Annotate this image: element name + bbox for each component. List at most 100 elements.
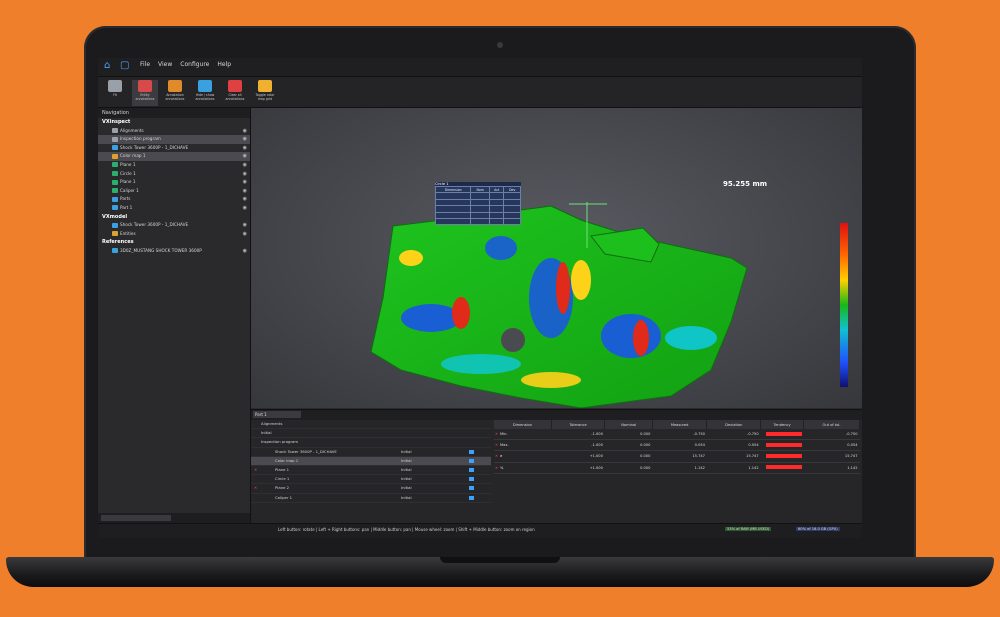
- ribbon-button[interactable]: Toggle color map grid: [252, 80, 278, 106]
- document-icon[interactable]: ▢: [120, 60, 129, 72]
- results-row[interactable]: ✕ Max. -1.000 0.000 0.054 0.054 0.054: [494, 439, 860, 452]
- part-model: [370, 202, 748, 408]
- results-table-container: Dimension Tolerance Nominal Measured Deviati…: [494, 420, 862, 524]
- navigation-item[interactable]: Circle 1 ◉: [98, 170, 250, 179]
- inspection-tree-label: Caliper 1: [275, 494, 293, 500]
- results-cell: +1.000: [551, 462, 605, 474]
- inspection-tree-row[interactable]: Alignments: [251, 420, 491, 430]
- navigation-tab[interactable]: [101, 515, 171, 521]
- results-column-header[interactable]: Tolerance: [551, 420, 606, 429]
- tree-node-icon: [112, 205, 118, 211]
- inspection-tree-row[interactable]: Inspection program: [251, 438, 491, 448]
- edit-icon[interactable]: [469, 486, 474, 491]
- visibility-icon[interactable]: ◉: [243, 127, 247, 136]
- visibility-icon[interactable]: ◉: [243, 195, 247, 204]
- ribbon-button[interactable]: Fit: [102, 80, 128, 106]
- navigation-item[interactable]: Parts ◉: [98, 195, 250, 204]
- inspection-tree-row[interactable]: ✕ Plane 2 Initial: [251, 484, 491, 494]
- results-column-header[interactable]: Tendency: [760, 420, 805, 429]
- navigation-item[interactable]: Alignments ◉: [98, 127, 250, 136]
- results-table[interactable]: Dimension Tolerance Nominal Measured Deviati…: [494, 420, 860, 474]
- edit-icon[interactable]: [469, 477, 474, 482]
- navigation-footer: [98, 513, 250, 523]
- menu-item[interactable]: Configure: [180, 61, 209, 68]
- edit-icon[interactable]: [469, 458, 474, 463]
- inspection-tree: Alignments Initial Inspection program Shock…: [251, 420, 491, 524]
- inspection-tree-row[interactable]: ✕ Plane 1 Initial: [251, 466, 491, 476]
- navigation-item-label: Shock Tower 3600P - 1_DICHAVE: [120, 144, 189, 150]
- navigation-item[interactable]: VXinspect: [98, 118, 250, 127]
- visibility-icon[interactable]: ◉: [243, 178, 247, 187]
- navigation-item[interactable]: Caliper 1 ◉: [98, 187, 250, 196]
- visibility-icon[interactable]: ◉: [243, 230, 247, 239]
- navigation-item-label: VXmodel: [102, 213, 128, 220]
- inspection-table[interactable]: Circle 1 Dimension Nom Act Dev: [434, 182, 521, 226]
- results-cell: 0.000: [604, 450, 653, 463]
- inspection-tree-label: Plane 1: [275, 466, 290, 472]
- menu-item[interactable]: View: [158, 61, 172, 68]
- inspection-tree-status: Initial: [401, 476, 412, 482]
- visibility-icon[interactable]: ◉: [243, 170, 247, 179]
- visibility-icon[interactable]: ◉: [243, 187, 247, 196]
- inspection-tree-row[interactable]: Circle 1 Initial: [251, 475, 491, 485]
- ribbon-button[interactable]: Hide / show annotations: [192, 80, 218, 106]
- navigation-item[interactable]: Entities ◉: [98, 230, 250, 239]
- edit-icon[interactable]: [469, 467, 474, 472]
- tree-node-icon: [112, 179, 118, 185]
- menu-item[interactable]: Help: [217, 61, 231, 68]
- navigation-header: Navigation: [98, 108, 250, 118]
- navigation-item[interactable]: Part 1 ◉: [98, 204, 250, 213]
- visibility-icon[interactable]: ◉: [243, 204, 247, 213]
- results-column-header[interactable]: Out of tol.: [803, 420, 860, 429]
- results-column-header[interactable]: Nominal: [604, 420, 653, 429]
- visibility-icon[interactable]: ◉: [243, 221, 247, 230]
- results-column-header[interactable]: Dimension: [494, 420, 552, 429]
- inspection-tree-row[interactable]: Caliper 1 Initial: [251, 494, 491, 503]
- inspection-tree-label: Plane 2: [275, 485, 290, 491]
- navigation-item[interactable]: 3D0Z_MUSTANG SHOCK TOWER 3600P ◉: [98, 247, 250, 256]
- visibility-icon[interactable]: ◉: [243, 135, 247, 144]
- navigation-item-label: Plane 1: [120, 179, 136, 185]
- navigation-item[interactable]: Shock Tower 3600P - 1_DICHAVE ◉: [98, 144, 250, 153]
- tendency-bar: [765, 465, 802, 470]
- results-toolbar: Part 1: [251, 410, 862, 420]
- edit-icon[interactable]: [469, 449, 474, 454]
- laptop-notch: [440, 557, 560, 563]
- tree-node-icon: [112, 222, 118, 228]
- inspection-tree-row[interactable]: Color map 1 Initial: [251, 456, 491, 466]
- app-window: ⌂ ▢ File View Configure Help Fit Entity anno…: [98, 58, 862, 538]
- results-column-header[interactable]: Deviation: [706, 420, 762, 429]
- ribbon-button[interactable]: Entity annotations: [132, 80, 158, 106]
- visibility-icon[interactable]: ◉: [243, 161, 247, 170]
- inspection-tree-row[interactable]: Initial: [251, 429, 491, 439]
- visibility-icon[interactable]: ◉: [243, 247, 247, 256]
- results-row[interactable]: ✕ Min. -1.000 0.000 -0.750 -0.750 -0.750: [494, 429, 860, 441]
- results-column-header[interactable]: Measured: [652, 420, 708, 429]
- navigation-item[interactable]: VXmodel: [98, 213, 250, 222]
- navigation-item[interactable]: Plane 1 ◉: [98, 178, 250, 187]
- navigation-item[interactable]: References: [98, 238, 250, 247]
- ribbon-button[interactable]: Annotation annotations: [162, 80, 188, 106]
- status-hint: Left button: rotate | Left + Right butto…: [278, 527, 535, 532]
- part-select[interactable]: Part 1: [253, 411, 301, 418]
- deviation-yellow: [521, 372, 581, 388]
- menu-item[interactable]: File: [140, 61, 150, 68]
- edit-icon[interactable]: [469, 495, 474, 500]
- home-icon[interactable]: ⌂: [104, 60, 116, 72]
- ribbon-button[interactable]: Clear all annotations: [222, 80, 248, 106]
- visibility-icon[interactable]: ◉: [243, 144, 247, 153]
- color-map-legend[interactable]: [840, 223, 848, 387]
- visibility-icon[interactable]: ◉: [243, 152, 247, 161]
- results-cell: -1.000: [551, 439, 605, 452]
- results-row[interactable]: ✕ σ +1.000 0.000 15.747 15.747 15.747: [494, 450, 860, 463]
- navigation-item[interactable]: Color map 1 ◉: [98, 152, 250, 161]
- navigation-item[interactable]: Inspection program ◉: [98, 135, 250, 144]
- status-bar: Left button: rotate | Left + Right butto…: [98, 523, 862, 538]
- 3d-viewport[interactable]: Circle 1 Dimension Nom Act Dev 95.255 mm: [251, 108, 862, 408]
- navigation-item[interactable]: Shock Tower 3600P - 1_DICHAVE ◉: [98, 221, 250, 230]
- results-row[interactable]: ✕% +1.000 0.000 1.142 1.142 1.142: [494, 462, 860, 474]
- measurement-label: 95.255 mm: [723, 180, 768, 188]
- navigation-item[interactable]: Plane 1 ◉: [98, 161, 250, 170]
- inspection-tree-row[interactable]: Shock Tower 3600P - 1_DICHAVE Initial: [251, 448, 491, 457]
- navigation-item-label: VXinspect: [102, 119, 131, 125]
